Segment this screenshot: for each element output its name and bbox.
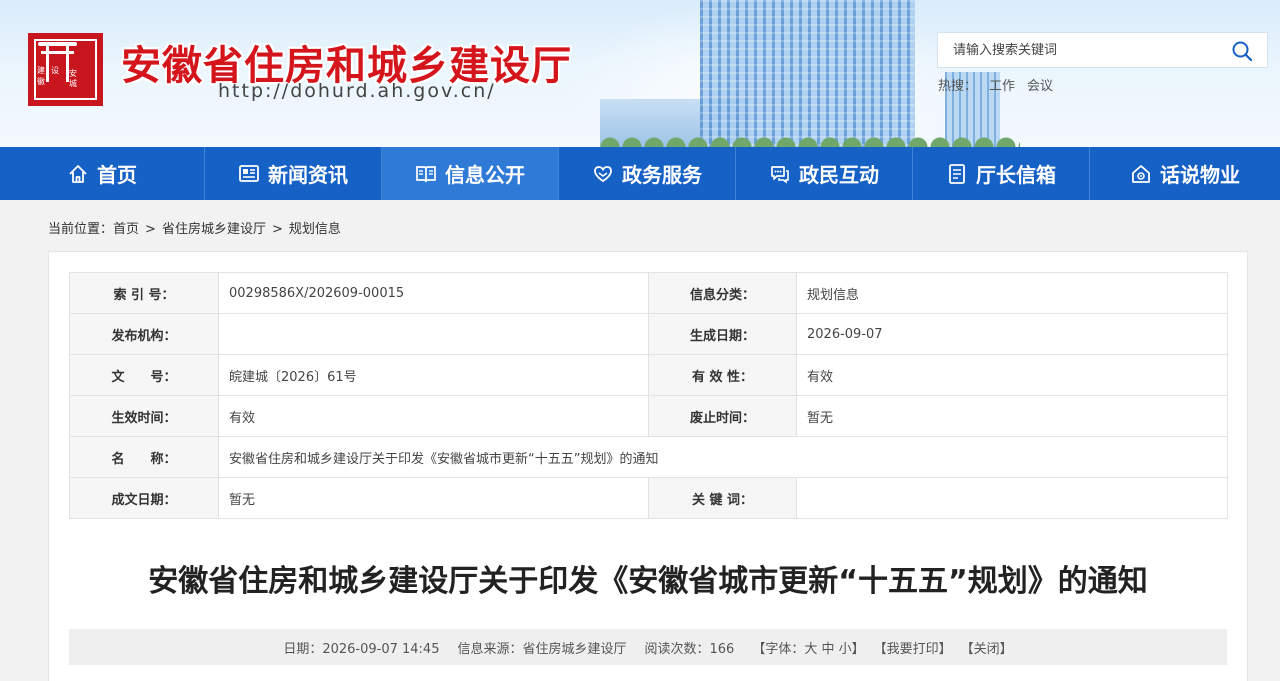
name-value: 安徽省住房和城乡建设厅关于印发《安徽省城市更新“十五五”规划》的通知: [218, 436, 1228, 478]
validity-value: 有效: [796, 354, 1228, 396]
effective-date-value: 有效: [218, 395, 649, 437]
font-small-button[interactable]: 小】: [839, 642, 865, 657]
effective-date-label: 生效时间：: [69, 395, 219, 437]
table-row: 文 号： 皖建城〔2026〕61号 有 效 性： 有效: [69, 354, 1228, 396]
table-row: 发布机构： 生成日期： 2026-09-07: [69, 313, 1228, 355]
font-large-button[interactable]: 大: [804, 642, 817, 657]
nav-item-news[interactable]: 新闻资讯: [205, 147, 381, 200]
banner-trees: [600, 133, 1020, 147]
nav-item-mailbox[interactable]: 厅长信箱: [913, 147, 1089, 200]
search-box: [937, 32, 1268, 68]
breadcrumb-prefix: 当前位置：: [48, 222, 114, 237]
close-button[interactable]: 【关闭】: [961, 638, 1013, 657]
table-row: 生效时间： 有效 废止时间： 暂无: [69, 395, 1228, 437]
breadcrumb-item-home[interactable]: 首页: [113, 222, 139, 237]
nav-item-service[interactable]: 政务服务: [559, 147, 735, 200]
logo-char: 建: [37, 66, 45, 75]
logo-char: 徽: [37, 77, 45, 86]
service-icon: [594, 165, 612, 182]
hot-search-item[interactable]: 工作: [989, 79, 1015, 94]
keywords-label: 关 键 词：: [648, 477, 797, 519]
nav-label: 政民互动: [799, 163, 879, 187]
breadcrumb-separator: >: [145, 222, 156, 237]
article-meta-bar: 日期：2026-09-07 14:45 信息来源：省住房城乡建设厅 阅读次数：1…: [69, 629, 1227, 665]
font-size-label: 【字体：: [752, 641, 805, 657]
book-icon: [416, 165, 436, 182]
logo-char: 设: [51, 66, 59, 75]
repeal-date-value: 暂无: [796, 395, 1228, 437]
main-nav: 首页 新闻资讯 信息公开 政务服务 政民互动 厅长信箱 话说物业: [0, 147, 1280, 200]
breadcrumb-item-planning[interactable]: 规划信息: [289, 222, 341, 237]
font-medium-button[interactable]: 中: [821, 642, 834, 657]
search-input[interactable]: [938, 33, 1228, 67]
hot-search: 热搜： 工作 会议: [938, 75, 1065, 94]
nav-label: 厅长信箱: [976, 163, 1056, 187]
logo-char: 城: [69, 79, 77, 88]
news-icon: [239, 164, 259, 182]
created-date-label: 生成日期：: [648, 313, 797, 355]
doc-number-value: 皖建城〔2026〕61号: [218, 354, 649, 396]
nav-item-home[interactable]: 首页: [0, 147, 204, 200]
table-row: 索 引 号： 00298586X/202609-00015 信息分类： 规划信息: [69, 272, 1228, 314]
banner-building: [700, 0, 915, 147]
print-button[interactable]: 【我要打印】: [874, 638, 952, 657]
nav-item-interaction[interactable]: 政民互动: [736, 147, 912, 200]
font-size-control: 【字体：大 中 小】: [752, 638, 864, 657]
keywords-value: [796, 477, 1228, 519]
breadcrumb-item-department[interactable]: 省住房城乡建设厅: [162, 222, 266, 237]
nav-label: 新闻资讯: [268, 163, 348, 187]
site-url: http://dohurd.ah.gov.cn/: [218, 80, 496, 102]
table-row: 成文日期： 暂无 关 键 词：: [69, 477, 1228, 519]
category-label: 信息分类：: [648, 272, 797, 314]
completed-date-value: 暂无: [218, 477, 649, 519]
nav-item-property[interactable]: 话说物业: [1090, 147, 1280, 200]
doc-number-label: 文 号：: [69, 354, 219, 396]
table-row: 名 称： 安徽省住房和城乡建设厅关于印发《安徽省城市更新“十五五”规划》的通知: [69, 436, 1228, 478]
index-value: 00298586X/202609-00015: [218, 272, 649, 314]
nav-label: 政务服务: [622, 163, 702, 187]
breadcrumb: 当前位置：首页 > 省住房城乡建设厅 > 规划信息: [48, 218, 341, 237]
hot-search-label: 热搜：: [938, 79, 978, 94]
nav-label: 首页: [97, 163, 137, 187]
nav-item-disclosure[interactable]: 信息公开: [382, 147, 558, 200]
chat-icon: [771, 165, 789, 184]
site-header: 建 设 安 徽 城 安徽省住房和城乡建设厅 http://dohurd.ah.g…: [0, 0, 1280, 147]
mailbox-icon: [949, 163, 965, 184]
document-info-table: 索 引 号： 00298586X/202609-00015 信息分类： 规划信息…: [69, 272, 1228, 519]
publisher-value: [218, 313, 649, 355]
hot-search-item[interactable]: 会议: [1027, 79, 1053, 94]
created-date-value: 2026-09-07: [796, 313, 1228, 355]
article-title: 安徽省住房和城乡建设厅关于印发《安徽省城市更新“十五五”规划》的通知: [148, 564, 1148, 599]
index-label: 索 引 号：: [69, 272, 219, 314]
category-value: 规划信息: [796, 272, 1228, 314]
article-date: 日期：2026-09-07 14:45: [283, 641, 440, 657]
article-source: 信息来源：省住房城乡建设厅: [457, 641, 627, 657]
logo-char: 安: [69, 69, 77, 78]
repeal-date-label: 废止时间：: [648, 395, 797, 437]
name-label: 名 称：: [69, 436, 219, 478]
nav-label: 话说物业: [1160, 163, 1240, 187]
validity-label: 有 效 性：: [648, 354, 797, 396]
home-icon: [69, 164, 87, 183]
nav-label: 信息公开: [445, 163, 525, 187]
breadcrumb-separator: >: [271, 222, 283, 237]
publisher-label: 发布机构：: [69, 313, 219, 355]
search-icon[interactable]: [1231, 40, 1253, 62]
property-icon: [1132, 164, 1150, 183]
site-logo[interactable]: 建 设 安 徽 城: [28, 33, 103, 106]
completed-date-label: 成文日期：: [69, 477, 219, 519]
article-views: 阅读次数：166: [644, 641, 735, 657]
